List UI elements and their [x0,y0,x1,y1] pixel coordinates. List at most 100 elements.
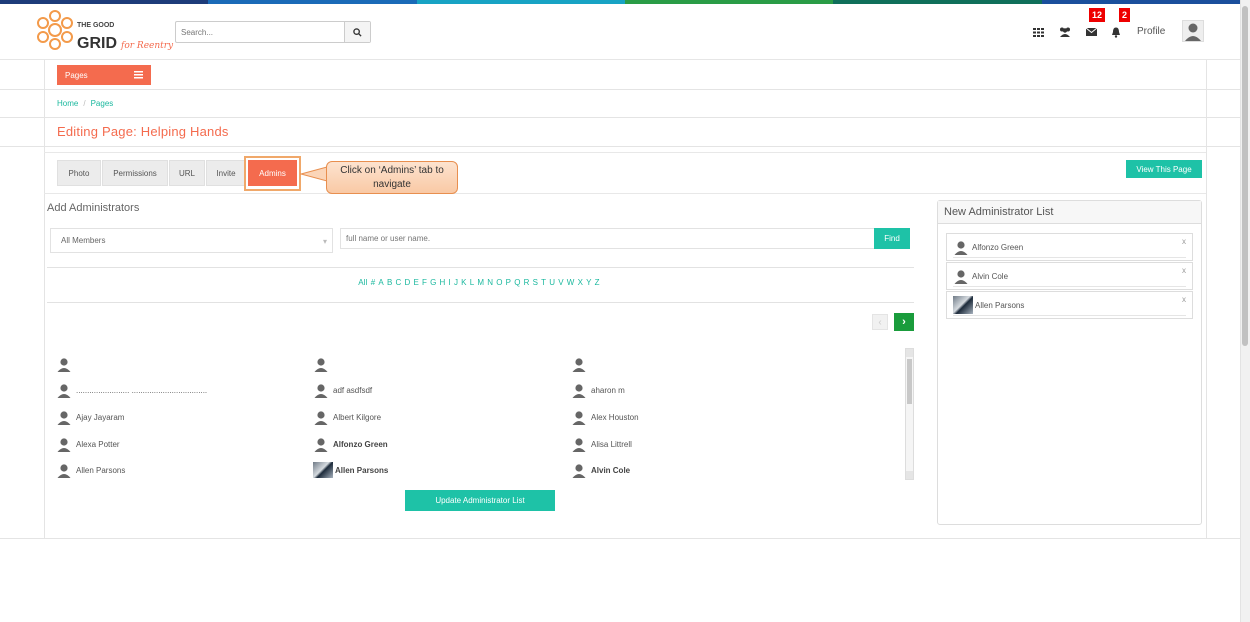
alphabet-letter[interactable]: A [378,278,384,287]
page-title: Editing Page: Helping Hands [57,124,229,139]
member-item[interactable]: Albert Kilgore [313,409,381,425]
member-item[interactable]: Ajay Jayaram [56,409,124,425]
member-item[interactable]: Alvin Cole [571,462,630,478]
member-item[interactable] [313,356,333,372]
alphabet-letter[interactable]: D [404,278,410,287]
pager-next-button[interactable]: › [894,313,914,331]
update-administrator-list-button[interactable]: Update Administrator List [405,490,555,511]
member-filter-select[interactable]: All Members ▾ [50,228,333,253]
pages-menu-button[interactable]: Pages [57,65,151,85]
alphabet-letter[interactable]: S [533,278,539,287]
members-scrollbar-thumb[interactable] [907,359,912,404]
member-name: Alisa Littrell [591,439,632,449]
alphabet-letter[interactable]: # [371,278,376,287]
alphabet-letter[interactable]: J [454,278,458,287]
alphabet-letter[interactable]: T [541,278,546,287]
alphabet-letter[interactable]: O [496,278,502,287]
search-input[interactable] [176,22,344,42]
member-name: adf asdfsdf [333,385,373,395]
alphabet-letter[interactable]: N [487,278,493,287]
alphabet-letter[interactable]: M [477,278,484,287]
users-icon[interactable] [1057,24,1073,40]
alphabet-letter[interactable]: G [430,278,436,287]
name-search-input[interactable] [340,228,875,249]
alphabet-letter[interactable]: P [506,278,512,287]
alphabet-letter[interactable]: Z [595,278,600,287]
alphabet-letter[interactable]: V [558,278,564,287]
member-item[interactable]: Alisa Littrell [571,436,632,452]
member-item[interactable]: Allen Parsons [313,462,388,478]
admin-list-item: Allen Parsons x [946,291,1193,319]
breadcrumb-home[interactable]: Home [57,99,78,108]
alphabet-letter[interactable]: X [578,278,584,287]
envelope-icon[interactable] [1083,24,1099,40]
logo[interactable]: THE GOOD GRID for Reentry [33,6,183,54]
member-name: Albert Kilgore [333,412,382,422]
alphabet-letter[interactable]: F [422,278,427,287]
person-icon [953,268,969,284]
tab-invite[interactable]: Invite [206,160,246,186]
apps-grid-icon[interactable] [1030,24,1046,40]
divider [0,146,1240,147]
content-right-border [1206,60,1207,538]
alphabet-letter[interactable]: All [358,278,368,287]
svg-text:for Reentry: for Reentry [120,41,174,51]
alphabet-letter[interactable]: C [395,278,401,287]
member-item[interactable] [56,356,76,372]
tab-url[interactable]: URL [169,160,205,186]
callout-pointer [300,166,328,182]
member-name: Allen Parsons [335,465,389,475]
alphabet-letter[interactable]: W [567,278,575,287]
person-icon [571,409,587,425]
pager-prev-button[interactable]: ‹ [872,314,888,330]
chevron-down-icon: ▾ [322,237,327,246]
profile-link[interactable]: Profile [1137,26,1165,37]
remove-admin-button[interactable]: x [1182,266,1186,275]
search-button[interactable] [344,22,370,42]
member-name: Ajay Jayaram [76,412,125,422]
alphabet-letter[interactable]: I [449,278,451,287]
member-item[interactable]: aharon m [571,382,625,398]
members-grid: ........................ ...............… [56,356,896,480]
alphabet-letter[interactable]: E [413,278,419,287]
breadcrumb-pages[interactable]: Pages [91,99,114,108]
member-item[interactable]: Alex Houston [571,409,639,425]
members-scrollbar[interactable] [905,348,914,480]
find-button[interactable]: Find [874,228,910,249]
page-scrollbar-thumb[interactable] [1242,6,1248,346]
divider [0,117,1240,118]
member-filter-value: All Members [61,236,106,245]
alphabet-letter[interactable]: L [470,278,475,287]
alphabet-letter[interactable]: U [549,278,555,287]
bell-icon[interactable] [1108,24,1124,40]
member-name: Alexa Potter [76,439,120,449]
alphabet-letter[interactable]: K [461,278,467,287]
search-box [175,21,371,43]
alphabet-letter[interactable]: B [387,278,393,287]
divider [0,538,1240,539]
tab-photo[interactable]: Photo [57,160,101,186]
person-icon [571,382,587,398]
chevron-right-icon: › [902,316,906,328]
member-item[interactable]: Allen Parsons [56,462,125,478]
pages-button-label: Pages [65,70,88,80]
member-name: ........................ ...............… [76,385,208,395]
alphabet-letter[interactable]: H [440,278,446,287]
admin-name: Alfonzo Green [972,242,1024,252]
tab-permissions[interactable]: Permissions [102,160,168,186]
alphabet-letter[interactable]: Q [514,278,520,287]
admin-list-item: Alfonzo Green x [946,233,1193,261]
member-item[interactable]: ........................ ...............… [56,382,207,398]
remove-admin-button[interactable]: x [1182,237,1186,246]
alphabet-letter[interactable]: Y [586,278,592,287]
search-icon [353,27,362,37]
admin-photo [953,296,973,314]
member-item[interactable]: adf asdfsdf [313,382,372,398]
remove-admin-button[interactable]: x [1182,295,1186,304]
alphabet-letter[interactable]: R [524,278,530,287]
avatar[interactable] [1182,20,1204,42]
member-item[interactable]: Alfonzo Green [313,436,388,452]
member-item[interactable]: Alexa Potter [56,436,120,452]
view-this-page-button[interactable]: View This Page [1126,160,1202,178]
member-item[interactable] [571,356,591,372]
